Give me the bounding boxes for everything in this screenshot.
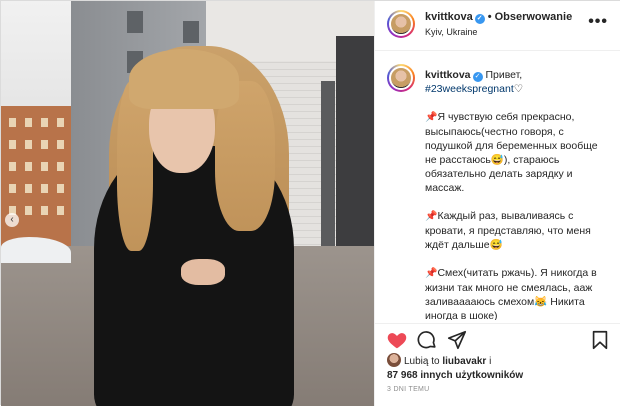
share-icon[interactable] (445, 329, 469, 353)
likes-summary: Lubią to liubavakr i 87 968 innych użytk… (387, 353, 617, 383)
caption-text: kvittkova ✓ Привет, #23weekspregnant♡ 📌Я … (425, 68, 610, 320)
verified-icon: ✓ (472, 72, 483, 82)
author-username[interactable]: kvittkova (425, 11, 473, 23)
liker-username[interactable]: liubavakr (442, 356, 486, 367)
caption-paragraph: 📌Я чувствую себя прекрасно, высыпаюсь(че… (425, 110, 610, 195)
post-header: kvittkova ✓ • Obserwowanie Kyiv, Ukraine ••… (375, 1, 620, 51)
instagram-post: ‹ kvittkova ✓ • Obserwowanie Kyiv, Ukraine … (0, 0, 620, 406)
likes-prefix: Lubią to (404, 356, 440, 367)
post-location[interactable]: Kyiv, Ukraine (425, 27, 477, 37)
following-button[interactable]: Obserwowanie (495, 11, 573, 23)
post-sidebar: kvittkova ✓ • Obserwowanie Kyiv, Ukraine ••… (374, 1, 620, 406)
carousel-prev-icon[interactable]: ‹ (5, 213, 19, 227)
caption-paragraph: 📌Смех(читать ржачь). Я никогда в жизни т… (425, 266, 610, 320)
heart-emoji: ♡ (513, 83, 524, 95)
post-timestamp[interactable]: 3 DNI TEMU (387, 386, 430, 393)
bookmark-icon[interactable] (588, 329, 612, 353)
post-caption: kvittkova ✓ Привет, #23weekspregnant♡ 📌Я … (375, 52, 620, 320)
caption-avatar[interactable] (387, 64, 415, 92)
verified-icon: ✓ (474, 14, 485, 24)
caption-greeting: Привет, (485, 69, 523, 81)
liker-avatar[interactable] (387, 353, 401, 367)
caption-paragraph: 📌Каждый раз, вываливаясь с кровати, я пр… (425, 209, 610, 252)
separator-dot: • (487, 11, 492, 23)
background-building-brick (1, 106, 79, 251)
post-photo[interactable]: ‹ (1, 1, 374, 406)
pin-icon: 📌 (425, 211, 438, 222)
heart-icon[interactable] (385, 329, 409, 353)
hashtag-link[interactable]: #23weekspregnant (425, 83, 514, 95)
hair-top (129, 49, 239, 109)
paragraph-text: Я чувствую себя прекрасно, высыпаюсь(чес… (425, 111, 598, 194)
pin-icon: 📌 (425, 112, 438, 123)
paragraph-text: Каждый раз, вываливаясь с кровати, я пре… (425, 210, 591, 251)
hand (181, 259, 225, 285)
paragraph-text: Смех(читать ржачь). Я никогда в жизни та… (425, 267, 597, 320)
header-user-line: kvittkova ✓ • Obserwowanie (425, 11, 572, 24)
likes-count[interactable]: 87 968 innych użytkowników (387, 370, 523, 381)
author-avatar[interactable] (387, 10, 415, 38)
comment-icon[interactable] (415, 329, 439, 353)
caption-username[interactable]: kvittkova (425, 69, 471, 81)
more-options-icon[interactable]: ••• (588, 13, 608, 31)
pin-icon: 📌 (425, 268, 438, 279)
likes-conjunction: i (489, 356, 492, 367)
